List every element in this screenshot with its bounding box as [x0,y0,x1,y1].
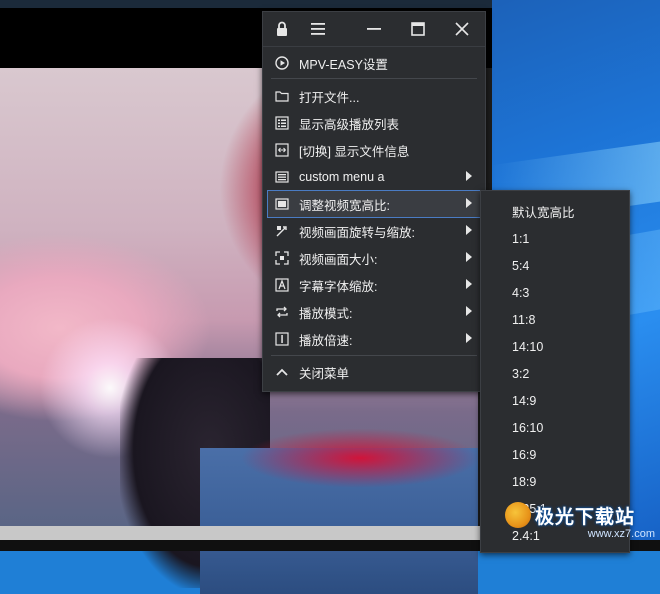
aspect-option-label: 11:8 [512,312,536,327]
aspect-option-14-10[interactable]: 14:10 [481,333,629,360]
submenu-arrow-icon [466,306,472,316]
speed-icon [274,331,290,347]
hamburger-icon[interactable] [305,17,331,41]
submenu-arrow-icon [466,171,472,181]
submenu-arrow-icon [466,198,472,208]
aspect-option-18-9[interactable]: 18:9 [481,468,629,495]
lock-icon[interactable] [269,17,295,41]
context-menu[interactable]: MPV-EASY设置 打开文件... 显示高级播放列表 [切换] 显示文件信息 … [262,11,486,392]
player-title-strip [0,0,492,8]
menu-item-label: 关闭菜单 [299,366,350,381]
play-circle-icon [274,55,290,71]
submenu-arrow-icon [466,279,472,289]
list-icon [274,115,290,131]
aspect-option-1-1[interactable]: 1:1 [481,225,629,252]
menu-item-subtitle-font-scale[interactable]: 字幕字体缩放: [268,272,480,298]
resize-horizontal-icon [274,142,290,158]
aspect-option-4-3[interactable]: 4:3 [481,279,629,306]
submenu-arrow-icon [466,252,472,262]
aspect-option-16-10[interactable]: 16:10 [481,414,629,441]
aspect-option-5-4[interactable]: 5:4 [481,252,629,279]
aspect-option-14-9[interactable]: 14:9 [481,387,629,414]
aspect-option-3-2[interactable]: 3:2 [481,360,629,387]
menu-item-toggle-file-info[interactable]: [切换] 显示文件信息 [268,137,480,163]
rotate-icon [274,223,290,239]
close-icon[interactable] [449,17,475,41]
menu-item-advanced-playlist[interactable]: 显示高级播放列表 [268,110,480,136]
menu-item-label: custom menu a [299,170,385,184]
repeat-icon [274,304,290,320]
aspect-option-label: 默认宽高比 [512,206,575,220]
menu-item-label: 打开文件... [299,90,360,105]
menu-separator [271,355,477,356]
aspect-option-16-9[interactable]: 16:9 [481,441,629,468]
menu-item-open-file[interactable]: 打开文件... [268,83,480,109]
chevron-up-icon [274,364,290,380]
menu-item-mpv-easy-settings[interactable]: MPV-EASY设置 [268,50,480,76]
aspect-option-label: 1:1 [512,231,530,246]
watermark-url: www.xz7.com [587,528,655,540]
player-bottom-bar [0,526,492,540]
maximize-icon[interactable] [405,17,431,41]
aspect-option-label: 14:9 [512,393,537,408]
menu-item-label: 显示高级播放列表 [299,117,400,132]
aspect-option-label: 3:2 [512,366,530,381]
aspect-option-label: 18:9 [512,474,537,489]
menu-item-label: 播放模式: [299,306,353,321]
menu-item-label: 播放倍速: [299,333,353,348]
video-red-paint [240,428,480,488]
aspect-option-label: 14:10 [512,339,544,354]
menu-item-video-size[interactable]: 视频画面大小: [268,245,480,271]
menu-item-label: MPV-EASY设置 [299,57,388,72]
menu-item-play-mode[interactable]: 播放模式: [268,299,480,325]
menu-titlebar [263,12,485,47]
submenu-arrow-icon [466,225,472,235]
menu-item-label: 字幕字体缩放: [299,279,378,294]
menu-item-label: 视频画面旋转与缩放: [299,225,415,240]
minimize-icon[interactable] [361,17,387,41]
aspect-option-label: 16:9 [512,447,537,462]
watermark-text: 极光下载站 [535,506,636,528]
menu-item-label: [切换] 显示文件信息 [299,144,410,159]
submenu-arrow-icon [466,333,472,343]
menu-item-label: 视频画面大小: [299,252,378,267]
fullscreen-icon [274,250,290,266]
menu-item-label: 调整视频宽高比: [299,198,390,213]
aspect-option-11-8[interactable]: 11:8 [481,306,629,333]
aspect-ratio-icon [274,196,290,212]
menu-item-custom-menu-a[interactable]: custom menu a [268,164,480,190]
aspect-option-label: 5:4 [512,258,530,273]
folder-icon [274,88,290,104]
aspect-option-label: 4:3 [512,285,530,300]
aspect-option-default[interactable]: 默认宽高比 [481,198,629,225]
aspect-option-label: 16:10 [512,420,544,435]
watermark-logo-icon [505,502,531,528]
menu-separator [271,78,477,79]
menu-item-close-menu[interactable]: 关闭菜单 [268,359,480,385]
menu-item-rotate-zoom[interactable]: 视频画面旋转与缩放: [268,218,480,244]
menu-item-playback-speed[interactable]: 播放倍速: [268,326,480,352]
site-watermark: 极光下载站 [505,498,655,532]
menu-item-aspect-ratio[interactable]: 调整视频宽高比: [267,190,481,218]
font-icon [274,277,290,293]
custom-menu-icon [274,169,290,185]
